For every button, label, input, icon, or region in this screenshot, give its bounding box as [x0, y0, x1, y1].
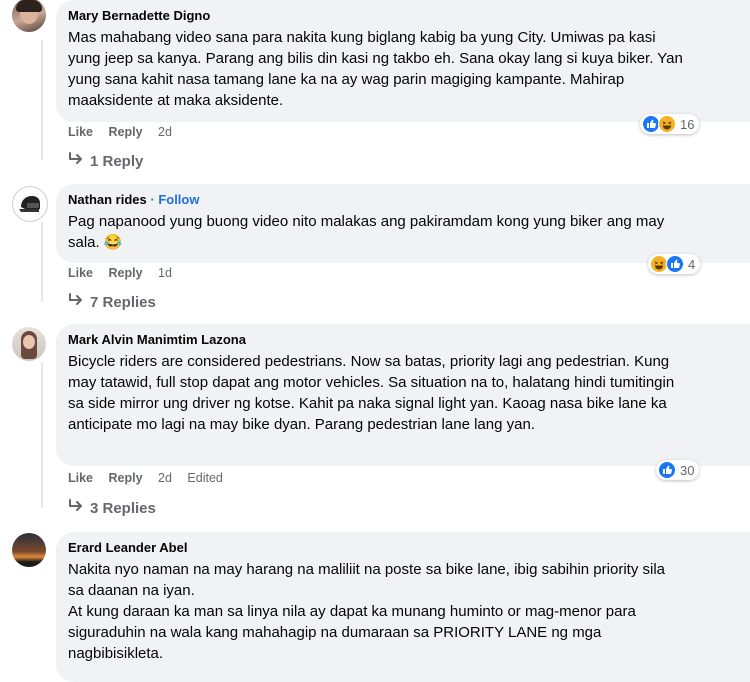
comment-author[interactable]: Mary Bernadette Digno: [68, 8, 738, 24]
haha-icon: [658, 115, 676, 133]
thread-line: [41, 40, 43, 160]
like-button[interactable]: Like: [68, 266, 93, 280]
edited-label: Edited: [187, 471, 223, 485]
comment-timestamp[interactable]: 2d: [158, 471, 172, 485]
reply-button[interactable]: Reply: [109, 471, 143, 485]
helmet-icon: [19, 196, 40, 212]
thread-line: [41, 222, 43, 302]
comment-text: Pag napanood yung buong video nito malak…: [68, 213, 665, 251]
comment-bubble: Mark Alvin Manimtim Lazona Bicycle rider…: [56, 324, 750, 466]
like-button[interactable]: Like: [68, 125, 93, 139]
thread-line: [41, 362, 43, 508]
comment-text-line: Nakita nyo naman na may harang na malili…: [68, 561, 665, 599]
comment-author[interactable]: Mark Alvin Manimtim Lazona: [68, 332, 738, 348]
comment-author-row: Nathan rides · Follow: [68, 192, 738, 208]
reaction-count: 16: [680, 116, 695, 132]
like-button[interactable]: Like: [68, 471, 93, 485]
view-replies-button[interactable]: 3 Replies: [68, 499, 156, 517]
avatar[interactable]: [12, 533, 46, 567]
avatar[interactable]: [12, 0, 46, 32]
comment-author[interactable]: Nathan rides: [68, 192, 147, 207]
reaction-summary[interactable]: 16: [640, 114, 700, 134]
comment-bubble: Nathan rides · Follow Pag napanood yung …: [56, 184, 750, 263]
reply-button[interactable]: Reply: [109, 125, 143, 139]
comment-timestamp[interactable]: 1d: [158, 266, 172, 280]
comment-text: Mas mahabang video sana para nakita kung…: [68, 29, 683, 109]
comment-actions: Like Reply 1d: [68, 266, 184, 280]
replies-count-label: 1 Reply: [90, 153, 144, 170]
reaction-summary[interactable]: 30: [656, 460, 700, 480]
reaction-count: 4: [688, 256, 696, 272]
comment-author[interactable]: Erard Leander Abel: [68, 540, 738, 556]
follow-button[interactable]: · Follow: [150, 192, 199, 207]
view-replies-button[interactable]: 1 Reply: [68, 152, 143, 170]
comment-text: Bicycle riders are considered pedestrian…: [68, 353, 675, 433]
comment-actions: Like Reply 2d Edited: [68, 471, 235, 485]
avatar[interactable]: [12, 327, 46, 361]
reaction-count: 30: [680, 462, 695, 478]
avatar[interactable]: [12, 186, 48, 222]
replies-count-label: 3 Replies: [90, 500, 156, 517]
reply-arrow-icon: [68, 293, 84, 311]
comment-text-line: At kung daraan ka man sa linya nila ay d…: [68, 603, 636, 662]
replies-count-label: 7 Replies: [90, 294, 156, 311]
reply-button[interactable]: Reply: [109, 266, 143, 280]
reaction-summary[interactable]: 4: [648, 254, 701, 274]
reply-arrow-icon: [68, 152, 84, 170]
comment-bubble: Erard Leander Abel Nakita nyo naman na m…: [56, 532, 750, 682]
comment-actions: Like Reply 2d: [68, 125, 184, 139]
like-icon: [666, 255, 684, 273]
reply-arrow-icon: [68, 499, 84, 517]
like-icon: [658, 461, 676, 479]
comment-bubble: Mary Bernadette Digno Mas mahabang video…: [56, 0, 750, 122]
comment-timestamp[interactable]: 2d: [158, 125, 172, 139]
view-replies-button[interactable]: 7 Replies: [68, 293, 156, 311]
